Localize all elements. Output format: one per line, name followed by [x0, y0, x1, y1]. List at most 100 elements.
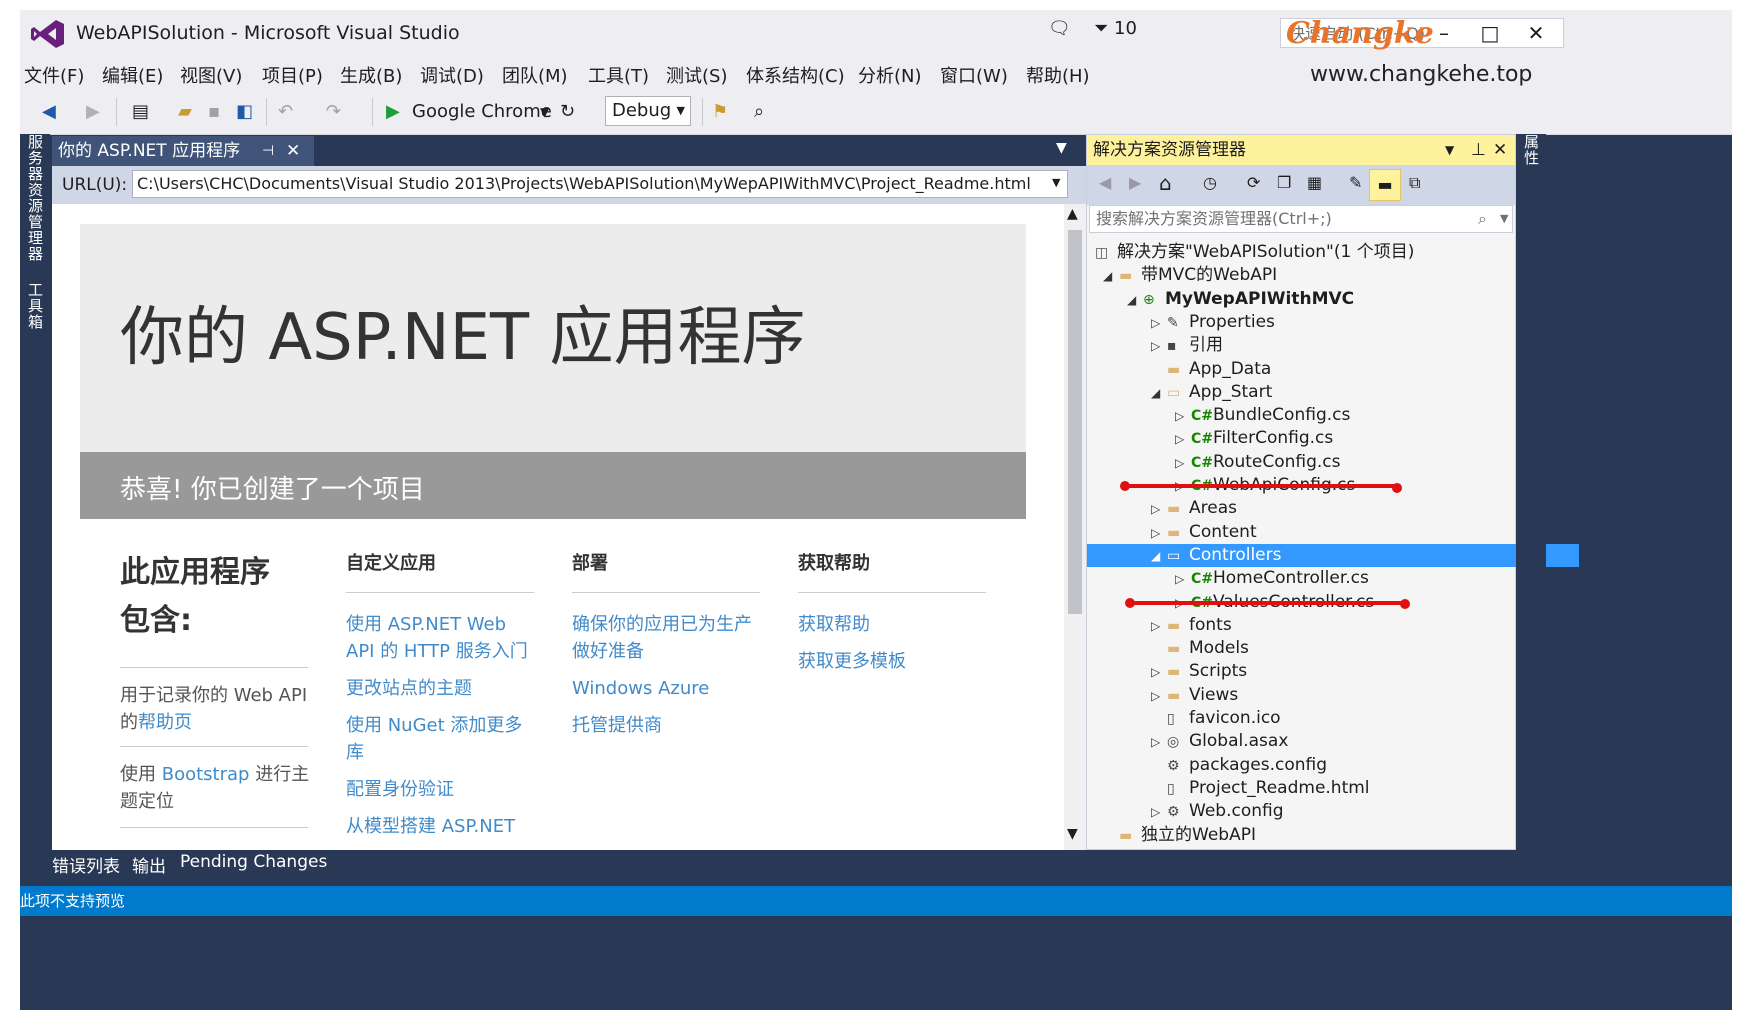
menu-window[interactable]: 窗口(W)	[940, 62, 1008, 88]
link-more-templates[interactable]: 获取更多模板	[798, 648, 988, 675]
expand-arrow-icon[interactable]: ▷	[1151, 335, 1167, 358]
tree-node[interactable]: ▷ ◎ Global.asax	[1151, 730, 1288, 753]
tree-node[interactable]: ◢ ▭ App_Start	[1151, 381, 1272, 404]
expand-arrow-icon[interactable]: ▷	[1151, 522, 1167, 545]
menu-tools[interactable]: 工具(T)	[588, 62, 649, 88]
expand-arrow-icon[interactable]: ▷	[1175, 405, 1191, 428]
pin-tab-icon[interactable]: ⊣	[262, 136, 274, 166]
tree-node[interactable]: ⚙ packages.config	[1151, 754, 1327, 777]
notification-count[interactable]: 10	[1114, 18, 1137, 39]
link-configure-auth[interactable]: 配置身份验证	[346, 776, 536, 803]
tree-node[interactable]: ▷ ▬ Views	[1151, 684, 1238, 707]
expand-arrow-icon[interactable]: ▷	[1151, 312, 1167, 335]
menu-analyze[interactable]: 分析(N)	[858, 62, 922, 88]
tree-node[interactable]: ▷ C#RouteConfig.cs	[1175, 451, 1341, 474]
refresh-icon[interactable]: ↻	[560, 100, 575, 124]
properties-icon[interactable]: ✎	[1349, 173, 1362, 192]
tree-node[interactable]: ▷ C#HomeController.cs	[1175, 567, 1369, 590]
tree-node[interactable]: ▬ App_Data	[1151, 358, 1271, 381]
save-icon[interactable]: ▪	[208, 100, 220, 124]
pending-changes-filter-icon[interactable]: ◷	[1203, 173, 1217, 192]
run-target-dropdown-icon[interactable]: ▼	[540, 100, 549, 124]
collapse-arrow-icon[interactable]: ◢	[1103, 265, 1119, 288]
solution-explorer-search-input[interactable]: 搜索解决方案资源管理器(Ctrl+;) ⌕ ▼	[1089, 205, 1513, 233]
tree-node[interactable]: ▯ favicon.ico	[1151, 707, 1281, 730]
collapse-arrow-icon[interactable]: ◢	[1151, 382, 1167, 405]
menu-help[interactable]: 帮助(H)	[1026, 62, 1090, 88]
tree-node[interactable]: ▷ ▬ Content	[1151, 521, 1257, 544]
show-all-files-icon[interactable]: ▦	[1307, 173, 1322, 192]
link-nuget[interactable]: 使用 NuGet 添加更多库	[346, 712, 536, 766]
menu-debug[interactable]: 调试(D)	[420, 62, 484, 88]
link-webapi-getting-started[interactable]: 使用 ASP.NET Web API 的 HTTP 服务入门	[346, 611, 536, 665]
tab-pending-changes[interactable]: Pending Changes	[180, 852, 327, 872]
preview-selected-icon[interactable]: ▬	[1369, 169, 1401, 201]
menu-architecture[interactable]: 体系结构(C)	[746, 62, 845, 88]
tab-error-list[interactable]: 错误列表	[52, 852, 120, 877]
forward-icon[interactable]: ▶	[1129, 173, 1141, 192]
link-production-ready[interactable]: 确保你的应用已为生产做好准备	[572, 611, 762, 665]
search-icon[interactable]: ⌕	[1478, 206, 1487, 232]
scroll-up-icon[interactable]: ▲	[1067, 206, 1078, 222]
pin-panel-icon[interactable]: ⊥	[1471, 135, 1486, 165]
solution-config-combo[interactable]: Debug ▼	[605, 96, 691, 126]
notification-icon[interactable]: 🗨	[1048, 18, 1071, 39]
navigate-back-icon[interactable]: ◀	[42, 100, 56, 124]
tree-node[interactable]: ◫ 解决方案"WebAPISolution"(1 个项目)	[1079, 241, 1414, 264]
tree-node[interactable]: ▷ ✎ Properties	[1151, 311, 1275, 334]
help-page-link[interactable]: 帮助页	[138, 712, 192, 733]
collapse-arrow-icon[interactable]: ◢	[1151, 545, 1167, 568]
close-tab-icon[interactable]: ✕	[286, 136, 300, 166]
document-tab[interactable]: 你的 ASP.NET 应用程序 ⊣ ✕	[52, 136, 314, 166]
link-hosting-providers[interactable]: 托管提供商	[572, 712, 762, 739]
tree-node[interactable]: ◢ ▭ Controllers	[1087, 544, 1579, 567]
run-target-label[interactable]: Google Chrome	[412, 100, 552, 124]
scrollbar-thumb[interactable]	[1068, 230, 1082, 614]
expand-arrow-icon[interactable]: ▷	[1151, 731, 1167, 754]
link-get-help[interactable]: 获取帮助	[798, 611, 988, 638]
close-panel-icon[interactable]: ✕	[1493, 135, 1507, 165]
link-change-theme[interactable]: 更改站点的主题	[346, 675, 536, 702]
tree-node[interactable]: ▷ ▬ Scripts	[1151, 660, 1247, 683]
url-dropdown-icon[interactable]: ▼	[1052, 176, 1060, 189]
link-scaffold[interactable]: 从模型搭建 ASP.NET	[346, 813, 536, 840]
expand-arrow-icon[interactable]: ▷	[1175, 452, 1191, 475]
expand-arrow-icon[interactable]: ▷	[1151, 498, 1167, 521]
home-icon[interactable]: ⌂	[1159, 171, 1172, 195]
tree-node[interactable]: ◢ ⊕ MyWepAPIWithMVC	[1127, 288, 1354, 311]
browser-scrollbar[interactable]: ▲ ▼	[1064, 204, 1086, 850]
tree-node[interactable]: ▷ ▬ fonts	[1151, 614, 1232, 637]
feedback-flag-icon[interactable]: ⏷	[1094, 18, 1108, 39]
find-in-files-icon[interactable]: ⚑	[712, 100, 728, 124]
search-options-icon[interactable]: ▼	[1500, 206, 1508, 232]
menu-build[interactable]: 生成(B)	[340, 62, 402, 88]
collapse-arrow-icon[interactable]: ◢	[1127, 289, 1143, 312]
expand-arrow-icon[interactable]: ▷	[1151, 685, 1167, 708]
tab-output[interactable]: 输出	[132, 852, 166, 877]
tree-node[interactable]: ▷ ▪ 引用	[1151, 334, 1223, 357]
tree-node[interactable]: ▷ ▬ Areas	[1151, 497, 1237, 520]
bootstrap-link[interactable]: Bootstrap	[162, 764, 250, 785]
undo-icon[interactable]: ↶	[278, 100, 293, 124]
tab-overflow-icon[interactable]: ▼	[1056, 140, 1067, 156]
tree-node[interactable]: ▷ C#FilterConfig.cs	[1175, 427, 1333, 450]
toolbox-tab[interactable]: 工具箱	[25, 282, 46, 330]
new-project-icon[interactable]: ▤	[132, 100, 149, 124]
menu-view[interactable]: 视图(V)	[180, 62, 242, 88]
link-windows-azure[interactable]: Windows Azure	[572, 675, 762, 702]
sync-icon[interactable]: ⟳	[1247, 173, 1260, 192]
properties-tab[interactable]: 属性	[1521, 134, 1542, 166]
expand-arrow-icon[interactable]: ▷	[1151, 801, 1167, 824]
tree-node[interactable]: ▷ ⚙ Web.config	[1151, 800, 1284, 823]
tree-node[interactable]: ▯ Project_Readme.html	[1151, 777, 1370, 800]
redo-icon[interactable]: ↷	[326, 100, 341, 124]
collapse-all-icon[interactable]: ❐	[1277, 173, 1291, 192]
tree-node[interactable]: ▬ Models	[1151, 637, 1249, 660]
menu-test[interactable]: 测试(S)	[666, 62, 727, 88]
close-window-button[interactable]: ✕	[1516, 18, 1556, 48]
menu-team[interactable]: 团队(M)	[502, 62, 568, 88]
tree-node[interactable]: ◢ ▬ 带MVC的WebAPI	[1103, 264, 1277, 287]
menu-file[interactable]: 文件(F)	[24, 62, 84, 88]
menu-project[interactable]: 项目(P)	[262, 62, 323, 88]
server-explorer-tab[interactable]: 服务器资源管理器	[25, 134, 46, 262]
